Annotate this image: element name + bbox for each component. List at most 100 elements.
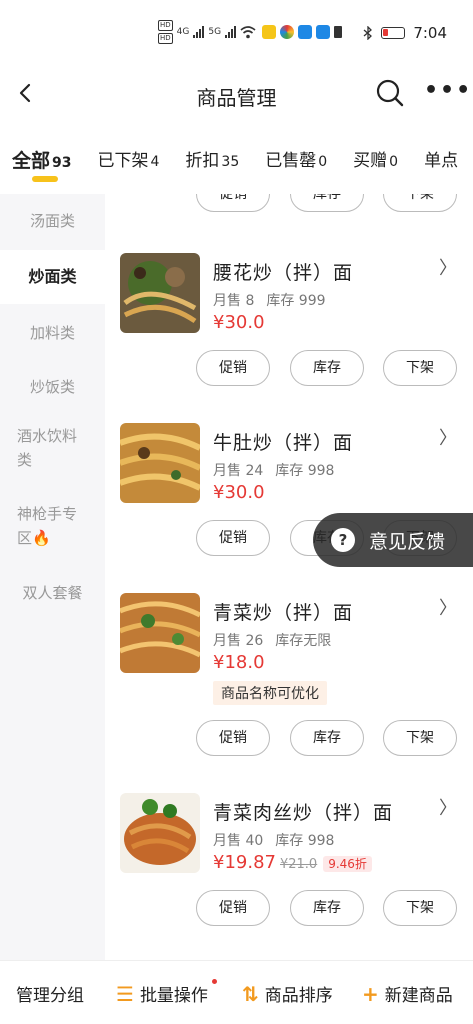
- sidebar-item-sharpshooter[interactable]: 神枪手专区🔥: [0, 502, 105, 558]
- feedback-label: 意见反馈: [369, 530, 446, 553]
- sidebar-item-soup-noodles[interactable]: 汤面类: [0, 194, 105, 248]
- tab-label: 单点: [424, 151, 459, 171]
- signal-icon: [193, 26, 205, 38]
- network-5g-label: 5G: [208, 27, 222, 37]
- name-optimize-hint: 商品名称可优化: [213, 681, 327, 705]
- stock-button[interactable]: 库存: [290, 890, 364, 926]
- tab-all[interactable]: 全部 93: [12, 140, 72, 184]
- list-item[interactable]: 青菜肉丝炒（拌）面 〉 月售 40 库存 998 ¥19.87 ¥21.0 9.46折…: [105, 792, 473, 942]
- sort-products-button[interactable]: ⇅ 商品排序: [242, 981, 333, 1007]
- list-item: 促销 库存 下架: [105, 194, 473, 216]
- tab-discount[interactable]: 折扣 35: [185, 140, 239, 184]
- sidebar-item-label: 双人套餐: [22, 584, 83, 602]
- tab-count: 93: [52, 155, 72, 171]
- product-price: ¥30.0: [213, 312, 265, 333]
- product-stats: 月售 24 库存 998: [213, 460, 334, 480]
- stock-button[interactable]: 库存: [290, 720, 364, 756]
- chevron-right-icon[interactable]: 〉: [439, 594, 457, 620]
- promote-button[interactable]: 促销: [196, 350, 270, 386]
- app-icon: [262, 25, 277, 39]
- discount-price: ¥19.87: [213, 852, 276, 873]
- search-icon[interactable]: [376, 79, 404, 107]
- product-stats: 月售 40 库存 998: [213, 830, 334, 850]
- tab-label: 全部: [12, 150, 51, 172]
- batch-label: 批量操作: [139, 986, 208, 1006]
- tab-count: 0: [389, 154, 399, 170]
- promote-button[interactable]: 促销: [196, 890, 270, 926]
- sidebar-item-label: 炒面类: [28, 267, 77, 286]
- status-time: 7:04: [413, 24, 447, 42]
- sidebar-item-label: 炒饭类: [29, 378, 75, 396]
- filter-tabs: 全部 93 已下架 4 折扣 35 已售罄 0 买赠 0 单点: [0, 140, 473, 190]
- tab-label: 折扣: [185, 151, 220, 171]
- delist-button[interactable]: 下架: [383, 720, 457, 756]
- bluetooth-icon: [363, 26, 373, 40]
- promote-button[interactable]: 促销: [196, 520, 270, 556]
- signal-icon: [225, 26, 237, 38]
- monthly-sales: 月售 40: [213, 833, 264, 849]
- batch-operation-button[interactable]: ☰ 批量操作: [116, 979, 217, 1006]
- sort-icon: ⇅: [242, 981, 259, 1006]
- tab-single[interactable]: 单点: [424, 140, 458, 184]
- sidebar-item-drinks[interactable]: 酒水饮料类: [0, 424, 105, 480]
- promote-button[interactable]: 促销: [196, 720, 270, 756]
- new-product-button[interactable]: + 新建商品: [362, 981, 453, 1007]
- tab-label: 买赠: [353, 151, 388, 171]
- stock-button[interactable]: 库存: [290, 194, 364, 212]
- plus-icon: +: [362, 981, 379, 1006]
- tab-sold-out[interactable]: 已售罄 0: [265, 140, 327, 184]
- tab-count: 0: [318, 154, 328, 170]
- new-product-label: 新建商品: [384, 986, 453, 1006]
- sort-label: 商品排序: [264, 986, 333, 1006]
- product-stats: 月售 8 库存 999: [213, 290, 326, 310]
- tab-buy-gift[interactable]: 买赠 0: [353, 140, 398, 184]
- list-item[interactable]: 腰花炒（拌）面 〉 月售 8 库存 999 ¥30.0 促销 库存 下架: [105, 252, 473, 392]
- tab-delisted[interactable]: 已下架 4: [98, 140, 160, 184]
- more-icon[interactable]: •••: [424, 80, 472, 102]
- sidebar-item-fried-rice[interactable]: 炒饭类: [0, 360, 105, 414]
- product-name: 青菜肉丝炒（拌）面: [213, 802, 394, 824]
- network-4g-label: 4G: [176, 27, 190, 37]
- sidebar-item-label: 神枪手专区🔥: [17, 505, 78, 547]
- chevron-right-icon[interactable]: 〉: [439, 424, 457, 450]
- sidebar-item-label: 酒水饮料类: [17, 427, 78, 469]
- list-icon: ☰: [116, 981, 134, 1006]
- sim-icon: [334, 26, 343, 38]
- bottom-toolbar: 管理分组 ☰ 批量操作 ⇅ 商品排序 + 新建商品: [0, 960, 473, 1024]
- stock-count: 库存 998: [275, 833, 335, 849]
- stock-count: 库存 998: [275, 463, 335, 479]
- sidebar-item-fried-noodles[interactable]: 炒面类: [0, 250, 105, 304]
- discount-badge: 9.46折: [323, 856, 372, 872]
- tab-count: 35: [221, 154, 240, 170]
- promote-button[interactable]: 促销: [196, 194, 270, 212]
- original-price: ¥21.0: [279, 857, 318, 872]
- sidebar-item-add-ons[interactable]: 加料类: [0, 306, 105, 360]
- battery-icon: [381, 27, 406, 39]
- delist-button[interactable]: 下架: [383, 194, 457, 212]
- nav-bar: 商品管理 •••: [0, 66, 473, 124]
- manage-groups-button[interactable]: 管理分组: [16, 981, 84, 1006]
- monthly-sales: 月售 8: [213, 293, 255, 309]
- manage-groups-label: 管理分组: [16, 986, 84, 1006]
- feedback-button[interactable]: ? 意见反馈: [313, 513, 473, 567]
- product-price: ¥19.87 ¥21.0 9.46折: [213, 852, 372, 873]
- notification-dot: [212, 979, 217, 984]
- monthly-sales: 月售 26: [213, 633, 264, 649]
- sidebar-item-label: 加料类: [29, 324, 75, 342]
- stock-count: 库存 999: [266, 293, 326, 309]
- delist-button[interactable]: 下架: [383, 350, 457, 386]
- status-bar: HD HD 4G 5G 7:04: [0, 0, 473, 66]
- wifi-icon: [240, 25, 256, 38]
- sidebar-item-combo[interactable]: 双人套餐: [0, 566, 105, 620]
- chevron-right-icon[interactable]: 〉: [439, 254, 457, 280]
- category-sidebar: 汤面类 炒面类 加料类 炒饭类 酒水饮料类 神枪手专区🔥 双人套餐: [0, 194, 105, 960]
- product-name: 腰花炒（拌）面: [213, 262, 354, 284]
- sidebar-item-label: 汤面类: [29, 212, 75, 230]
- list-item[interactable]: 青菜炒（拌）面 〉 月售 26 库存无限 ¥18.0 商品名称可优化 促销 库存 …: [105, 592, 473, 762]
- product-name: 青菜炒（拌）面: [213, 602, 354, 624]
- chevron-right-icon[interactable]: 〉: [439, 794, 457, 820]
- app-icon: [280, 25, 295, 39]
- product-image: [120, 593, 200, 673]
- stock-button[interactable]: 库存: [290, 350, 364, 386]
- delist-button[interactable]: 下架: [383, 890, 457, 926]
